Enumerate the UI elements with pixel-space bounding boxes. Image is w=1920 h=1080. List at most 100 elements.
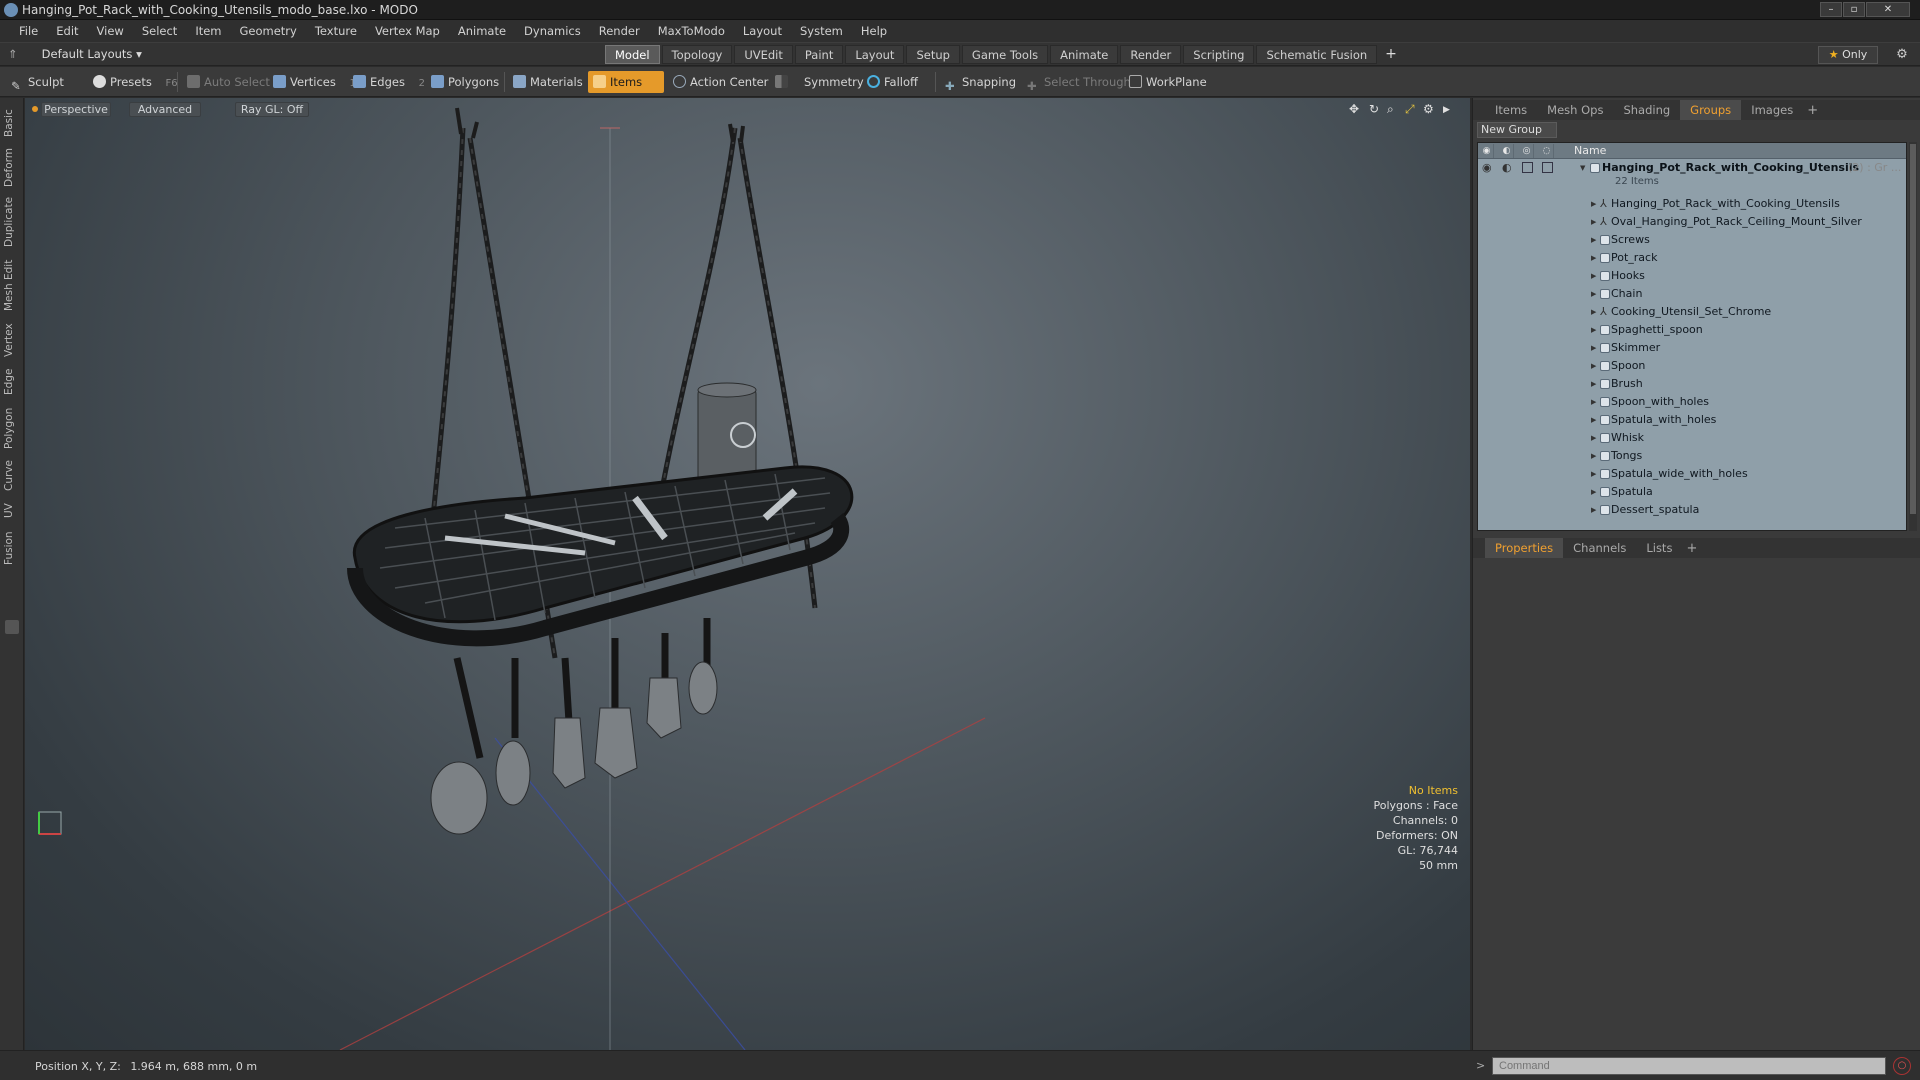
eye-icon[interactable]: ◉ (1482, 159, 1492, 177)
menu-help[interactable]: Help (852, 24, 896, 38)
group-root-row[interactable]: ◉ ◐ ▼ Hanging_Pot_Rack_with_Cooking_Uten… (1478, 159, 1906, 177)
expand-triangle-icon[interactable]: ▶ (1591, 339, 1596, 357)
expand-triangle-icon[interactable]: ▶ (1591, 483, 1596, 501)
maximize-button[interactable]: ▫ (1843, 2, 1865, 17)
expand-triangle-icon[interactable]: ▶ (1591, 411, 1596, 429)
tab-model[interactable]: Model (605, 45, 660, 64)
menu-texture[interactable]: Texture (306, 24, 366, 38)
group-list-scrollbar[interactable] (1909, 142, 1917, 531)
tab-scripting[interactable]: Scripting (1183, 45, 1255, 64)
expand-triangle-icon[interactable]: ▶ (1591, 321, 1596, 339)
menu-render[interactable]: Render (590, 24, 649, 38)
render-icon[interactable]: ◐ (1502, 159, 1512, 177)
group-list-item[interactable]: ▶ Whisk (1478, 429, 1906, 447)
menu-view[interactable]: View (88, 24, 133, 38)
expand-triangle-icon[interactable]: ▶ (1591, 447, 1596, 465)
falloff-button[interactable]: Falloff (862, 71, 924, 93)
collapse-triangle-icon[interactable]: ▼ (1580, 159, 1585, 177)
group-list-item[interactable]: ▶ Spoon (1478, 357, 1906, 375)
layout-selector[interactable]: ⇑ Default Layouts ▾ (8, 47, 142, 61)
select-through-button[interactable]: ✚ Select Through (1022, 71, 1137, 93)
tab-topology[interactable]: Topology (661, 45, 733, 64)
action-center-button[interactable]: Action Center (668, 71, 774, 93)
tab-paint[interactable]: Paint (794, 45, 844, 64)
vtab-curve[interactable]: Curve (3, 458, 21, 494)
workplane-button[interactable]: WorkPlane (1124, 71, 1213, 93)
group-list-item[interactable]: ▶ ⅄ Hanging_Pot_Rack_with_Cooking_Utensils (1478, 195, 1906, 213)
expand-triangle-icon[interactable]: ▶ (1591, 501, 1596, 519)
3d-viewport[interactable]: Perspective Advanced Ray GL: Off ✥ ↻ ⌕ ⤢… (25, 98, 1470, 1050)
menu-item[interactable]: Item (186, 24, 230, 38)
command-history-icon[interactable]: ○ (1893, 1057, 1911, 1075)
tab-items[interactable]: Items (1485, 100, 1537, 120)
group-list-item[interactable]: ▶ Brush (1478, 375, 1906, 393)
menu-edit[interactable]: Edit (47, 24, 87, 38)
group-list-item[interactable]: ▶ Spatula (1478, 483, 1906, 501)
vtab-mesh-edit[interactable]: Mesh Edit (3, 256, 21, 314)
tab-uvedit[interactable]: UVEdit (734, 45, 793, 64)
auto-select-button[interactable]: Auto Select (182, 71, 276, 93)
vtab-vertex[interactable]: Vertex (3, 320, 21, 360)
group-list-item[interactable]: ▶ Chain (1478, 285, 1906, 303)
vtab-basic[interactable]: Basic (3, 106, 21, 140)
expand-triangle-icon[interactable]: ▶ (1591, 231, 1596, 249)
expand-triangle-icon[interactable]: ▶ (1591, 357, 1596, 375)
tab-images[interactable]: Images (1741, 100, 1803, 120)
tab-setup[interactable]: Setup (906, 45, 960, 64)
menu-dynamics[interactable]: Dynamics (515, 24, 590, 38)
expand-triangle-icon[interactable]: ▶ (1591, 303, 1596, 321)
menu-system[interactable]: System (791, 24, 852, 38)
sculpt-button[interactable]: ✎ Sculpt (6, 71, 70, 93)
tab-properties[interactable]: Properties (1485, 538, 1564, 558)
visibility-column-icon[interactable]: ◉ (1480, 144, 1494, 158)
expand-triangle-icon[interactable]: ▶ (1591, 465, 1596, 483)
vtab-edge[interactable]: Edge (3, 366, 21, 398)
expand-triangle-icon[interactable]: ▶ (1591, 249, 1596, 267)
lock-checkbox[interactable] (1522, 162, 1533, 173)
menu-geometry[interactable]: Geometry (231, 24, 306, 38)
group-list[interactable]: ◉ ◐ ◎ ◌ Name ◉ ◐ ▼ Hanging_Pot_Rack_with… (1477, 142, 1907, 531)
group-list-item[interactable]: ▶ Tongs (1478, 447, 1906, 465)
materials-button[interactable]: Materials (508, 71, 589, 93)
minimize-button[interactable]: – (1820, 2, 1842, 17)
vtab-duplicate[interactable]: Duplicate (3, 194, 21, 250)
add-tab-button[interactable]: + (1379, 45, 1403, 64)
vtab-uv[interactable]: UV (3, 500, 21, 522)
vtab-fusion[interactable]: Fusion (3, 528, 21, 568)
snapping-button[interactable]: ✚ Snapping (940, 71, 1022, 93)
tab-groups[interactable]: Groups (1680, 100, 1742, 120)
lock-column-icon[interactable]: ◎ (1520, 144, 1534, 158)
expand-toggle-icon[interactable] (5, 620, 19, 634)
close-button[interactable]: ✕ (1866, 2, 1910, 17)
render-column-icon[interactable]: ◐ (1500, 144, 1514, 158)
presets-button[interactable]: Presets F6 (88, 71, 184, 93)
gear-icon[interactable]: ⚙ (1892, 46, 1912, 64)
group-list-item[interactable]: ▶ Skimmer (1478, 339, 1906, 357)
group-list-item[interactable]: ▶ Screws (1478, 231, 1906, 249)
menu-file[interactable]: File (10, 24, 47, 38)
expand-triangle-icon[interactable]: ▶ (1591, 267, 1596, 285)
menu-animate[interactable]: Animate (449, 24, 515, 38)
tab-shading[interactable]: Shading (1613, 100, 1680, 120)
group-list-item[interactable]: ▶ Spaghetti_spoon (1478, 321, 1906, 339)
group-list-item[interactable]: ▶ Spatula_wide_with_holes (1478, 465, 1906, 483)
select-column-icon[interactable]: ◌ (1540, 144, 1554, 158)
group-list-item[interactable]: ▶ Hooks (1478, 267, 1906, 285)
group-list-item[interactable]: ▶ ⅄ Oval_Hanging_Pot_Rack_Ceiling_Mount_Si… (1478, 213, 1906, 231)
command-input[interactable] (1492, 1057, 1886, 1075)
group-list-item[interactable]: ▶ Pot_rack (1478, 249, 1906, 267)
tab-lists[interactable]: Lists (1636, 538, 1682, 558)
symmetry-button[interactable]: Symmetry (770, 71, 870, 93)
expand-triangle-icon[interactable]: ▶ (1591, 285, 1596, 303)
expand-triangle-icon[interactable]: ▶ (1591, 375, 1596, 393)
expand-triangle-icon[interactable]: ▶ (1591, 195, 1596, 213)
group-list-item[interactable]: ▶ ⅄ Cooking_Utensil_Set_Chrome (1478, 303, 1906, 321)
vtab-polygon[interactable]: Polygon (3, 404, 21, 452)
tab-channels[interactable]: Channels (1563, 538, 1636, 558)
expand-triangle-icon[interactable]: ▶ (1591, 393, 1596, 411)
menu-maxtomodo[interactable]: MaxToModo (649, 24, 734, 38)
menu-layout[interactable]: Layout (734, 24, 791, 38)
group-list-item[interactable]: ▶ Spoon_with_holes (1478, 393, 1906, 411)
vtab-deform[interactable]: Deform (3, 146, 21, 188)
items-button[interactable]: Items (588, 71, 664, 93)
